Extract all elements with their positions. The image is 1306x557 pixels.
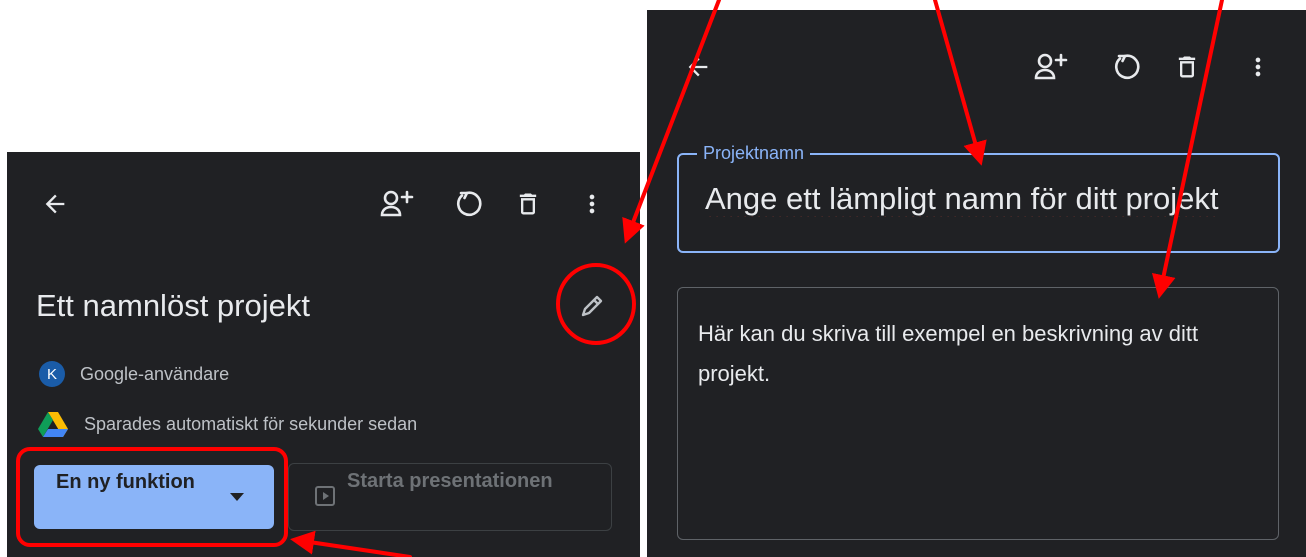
dropdown-caret-icon — [230, 493, 244, 501]
new-feature-button[interactable]: En ny funktion — [34, 465, 274, 529]
project-name-value[interactable]: Ange ett lämpligt namn för ditt projekt — [705, 181, 1277, 217]
project-details-panel: Ett namnlöst projekt K Google-användare … — [7, 152, 640, 557]
share-button[interactable] — [1031, 47, 1071, 87]
more-vert-icon — [1255, 57, 1261, 77]
project-name-input[interactable]: Ange ett lämpligt namn för ditt projekt — [677, 153, 1280, 253]
refresh-icon — [1115, 54, 1140, 80]
trash-icon — [1178, 56, 1196, 78]
new-feature-label: En ny funktion — [56, 471, 195, 493]
refresh-button[interactable] — [447, 184, 487, 224]
delete-button[interactable] — [1167, 47, 1207, 87]
project-edit-panel: Ange ett lämpligt namn för ditt projekt … — [647, 10, 1306, 557]
back-button[interactable] — [35, 184, 75, 224]
avatar: K — [39, 361, 65, 387]
owner-name: Google-användare — [80, 363, 230, 384]
share-button[interactable] — [377, 184, 417, 224]
save-status-text: Sparades automatiskt för sekunder sedan — [84, 413, 418, 434]
slideshow-icon — [315, 486, 335, 506]
delete-button[interactable] — [508, 184, 548, 224]
arrow-back-icon — [688, 57, 708, 77]
more-options-button[interactable] — [1238, 47, 1278, 87]
trash-icon — [519, 193, 537, 215]
project-name-label: Projektnamn — [697, 143, 811, 164]
arrow-back-icon — [45, 194, 65, 214]
start-presentation-button[interactable]: Starta presentationen — [288, 463, 612, 531]
pencil-icon — [581, 295, 603, 317]
google-drive-icon — [38, 412, 68, 437]
person-add-icon — [380, 190, 414, 217]
back-button[interactable] — [678, 47, 718, 87]
save-status-row: Sparades automatiskt för sekunder sedan — [37, 410, 417, 438]
project-description-value[interactable]: Här kan du skriva till exempel en beskri… — [698, 314, 1258, 394]
project-title: Ett namnlöst projekt — [36, 288, 310, 323]
project-description-input[interactable]: Här kan du skriva till exempel en beskri… — [677, 287, 1279, 540]
edit-title-button[interactable] — [572, 286, 612, 326]
person-add-icon — [1034, 53, 1068, 80]
more-options-button[interactable] — [572, 184, 612, 224]
start-presentation-label: Starta presentationen — [347, 470, 553, 492]
owner-row: K Google-användare — [39, 361, 229, 387]
refresh-button[interactable] — [1105, 47, 1145, 87]
more-vert-icon — [589, 194, 595, 214]
refresh-icon — [457, 191, 482, 217]
